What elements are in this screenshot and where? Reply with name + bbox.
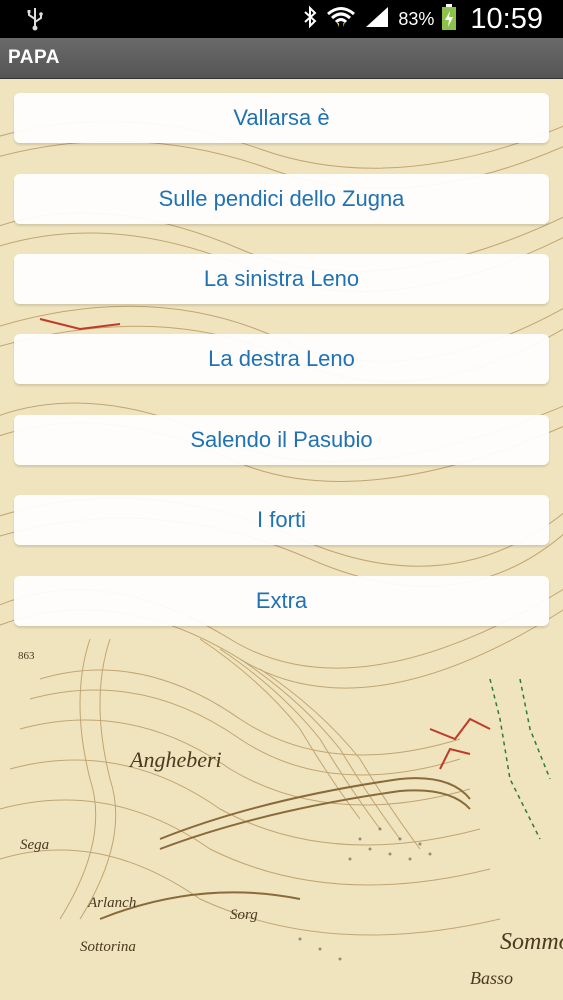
map-label-sommo: Sommo (500, 929, 563, 955)
map-label-basso: Basso (470, 968, 513, 988)
menu-button-pasubio[interactable]: Salendo il Pasubio (14, 415, 549, 465)
map-background: Angheberi Sega Arlanch Sorg Sottorina So… (0, 79, 563, 1000)
menu-button-forti[interactable]: I forti (14, 495, 549, 545)
bluetooth-icon (302, 5, 318, 34)
map-label-sottorina: Sottorina (80, 939, 136, 955)
action-bar: PAPA (0, 38, 563, 79)
menu-button-extra[interactable]: Extra (14, 576, 549, 626)
menu-button-vallarsa[interactable]: Vallarsa è (14, 93, 549, 143)
map-label-angheberi: Angheberi (128, 747, 222, 772)
menu-button-zugna[interactable]: Sulle pendici dello Zugna (14, 174, 549, 224)
battery-percent: 83% (398, 8, 435, 29)
map-label-sorg: Sorg (230, 907, 258, 923)
usb-icon (26, 7, 44, 36)
map-label-sega: Sega (20, 837, 49, 853)
menu-button-sinistra-leno[interactable]: La sinistra Leno (14, 254, 549, 304)
wifi-icon (326, 5, 356, 34)
map-label-arlanch: Arlanch (87, 895, 136, 911)
map-label-elevation: 863 (18, 650, 35, 662)
signal-icon (364, 5, 390, 34)
clock: 10:59 (470, 2, 543, 35)
menu-button-destra-leno[interactable]: La destra Leno (14, 334, 549, 384)
app-title: PAPA (8, 47, 60, 68)
battery-icon (442, 3, 457, 35)
status-bar: 83% 10:59 (0, 0, 563, 38)
